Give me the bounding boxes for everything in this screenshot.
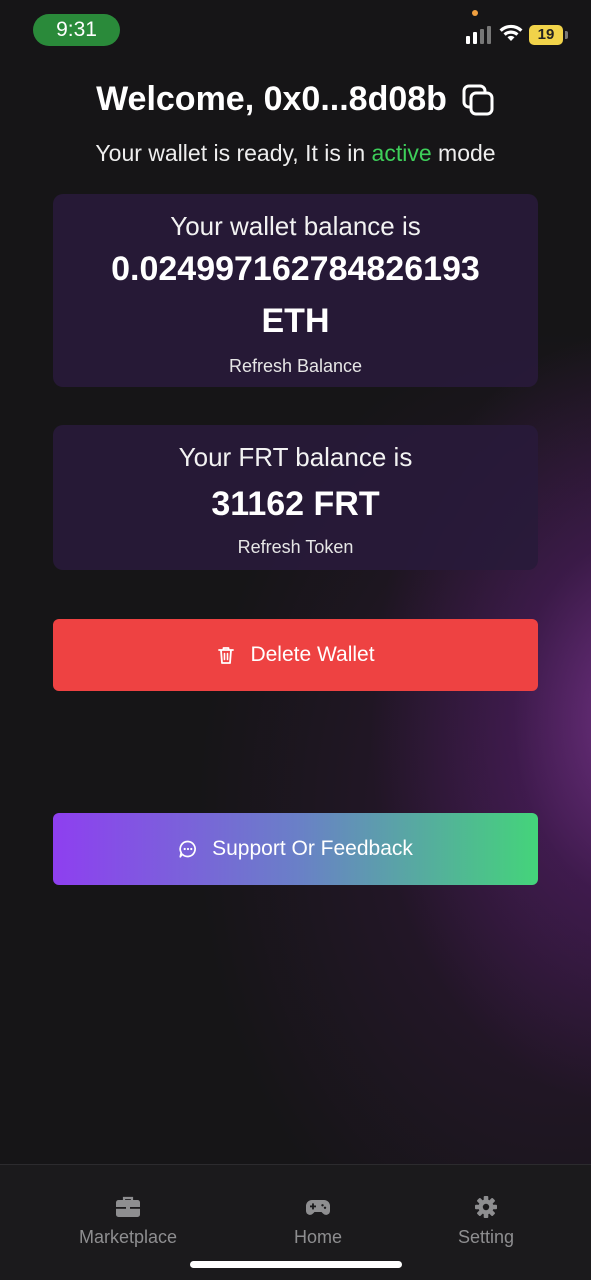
nav-marketplace[interactable]: Marketplace — [53, 1195, 203, 1248]
subtitle-prefix: Your wallet is ready, It is in — [95, 140, 372, 166]
delete-wallet-button[interactable]: Delete Wallet — [53, 619, 538, 691]
wallet-status-text: Your wallet is ready, It is in active mo… — [0, 140, 591, 167]
delete-wallet-label: Delete Wallet — [250, 643, 375, 666]
frt-balance-value: 31162 FRT — [211, 485, 380, 523]
gear-icon — [475, 1196, 497, 1218]
gamepad-icon — [306, 1200, 330, 1215]
eth-balance-unit: ETH — [261, 302, 330, 340]
nav-home[interactable]: Home — [243, 1195, 393, 1248]
battery-icon: 19 — [529, 25, 563, 45]
trash-icon — [218, 647, 235, 664]
nav-home-label: Home — [293, 1227, 342, 1247]
subtitle-suffix: mode — [431, 140, 496, 166]
welcome-header: Welcome, 0x0...8d08b — [0, 80, 591, 119]
home-indicator — [190, 1261, 402, 1268]
chat-bubble-icon — [179, 840, 197, 858]
nav-setting[interactable]: Setting — [411, 1195, 561, 1248]
eth-balance-label: Your wallet balance is — [170, 211, 421, 241]
eth-balance-card: Your wallet balance is 0.024997162784826… — [53, 194, 538, 387]
refresh-balance-link[interactable]: Refresh Balance — [53, 356, 538, 377]
signal-icon — [466, 26, 491, 44]
support-feedback-label: Support Or Feedback — [212, 837, 413, 860]
battery-tip — [565, 31, 568, 39]
frt-balance-card: Your FRT balance is 31162 FRT Refresh To… — [53, 425, 538, 570]
eth-balance-amount: 0.024997162784826193 — [111, 250, 480, 288]
nav-setting-label: Setting — [457, 1227, 515, 1247]
privacy-indicator — [472, 10, 478, 16]
copy-icon[interactable] — [461, 83, 495, 117]
status-time: 9:31 — [33, 14, 120, 46]
nav-marketplace-label: Marketplace — [78, 1227, 178, 1247]
refresh-token-link[interactable]: Refresh Token — [53, 537, 538, 558]
frt-balance-label: Your FRT balance is — [178, 442, 413, 472]
wifi-icon — [499, 24, 523, 41]
status-bar: 9:31 19 — [0, 0, 591, 60]
status-active: active — [371, 140, 432, 166]
welcome-title: Welcome, 0x0...8d08b — [96, 80, 447, 118]
support-feedback-button[interactable]: Support Or Feedback — [53, 813, 538, 885]
briefcase-icon — [116, 1196, 140, 1217]
